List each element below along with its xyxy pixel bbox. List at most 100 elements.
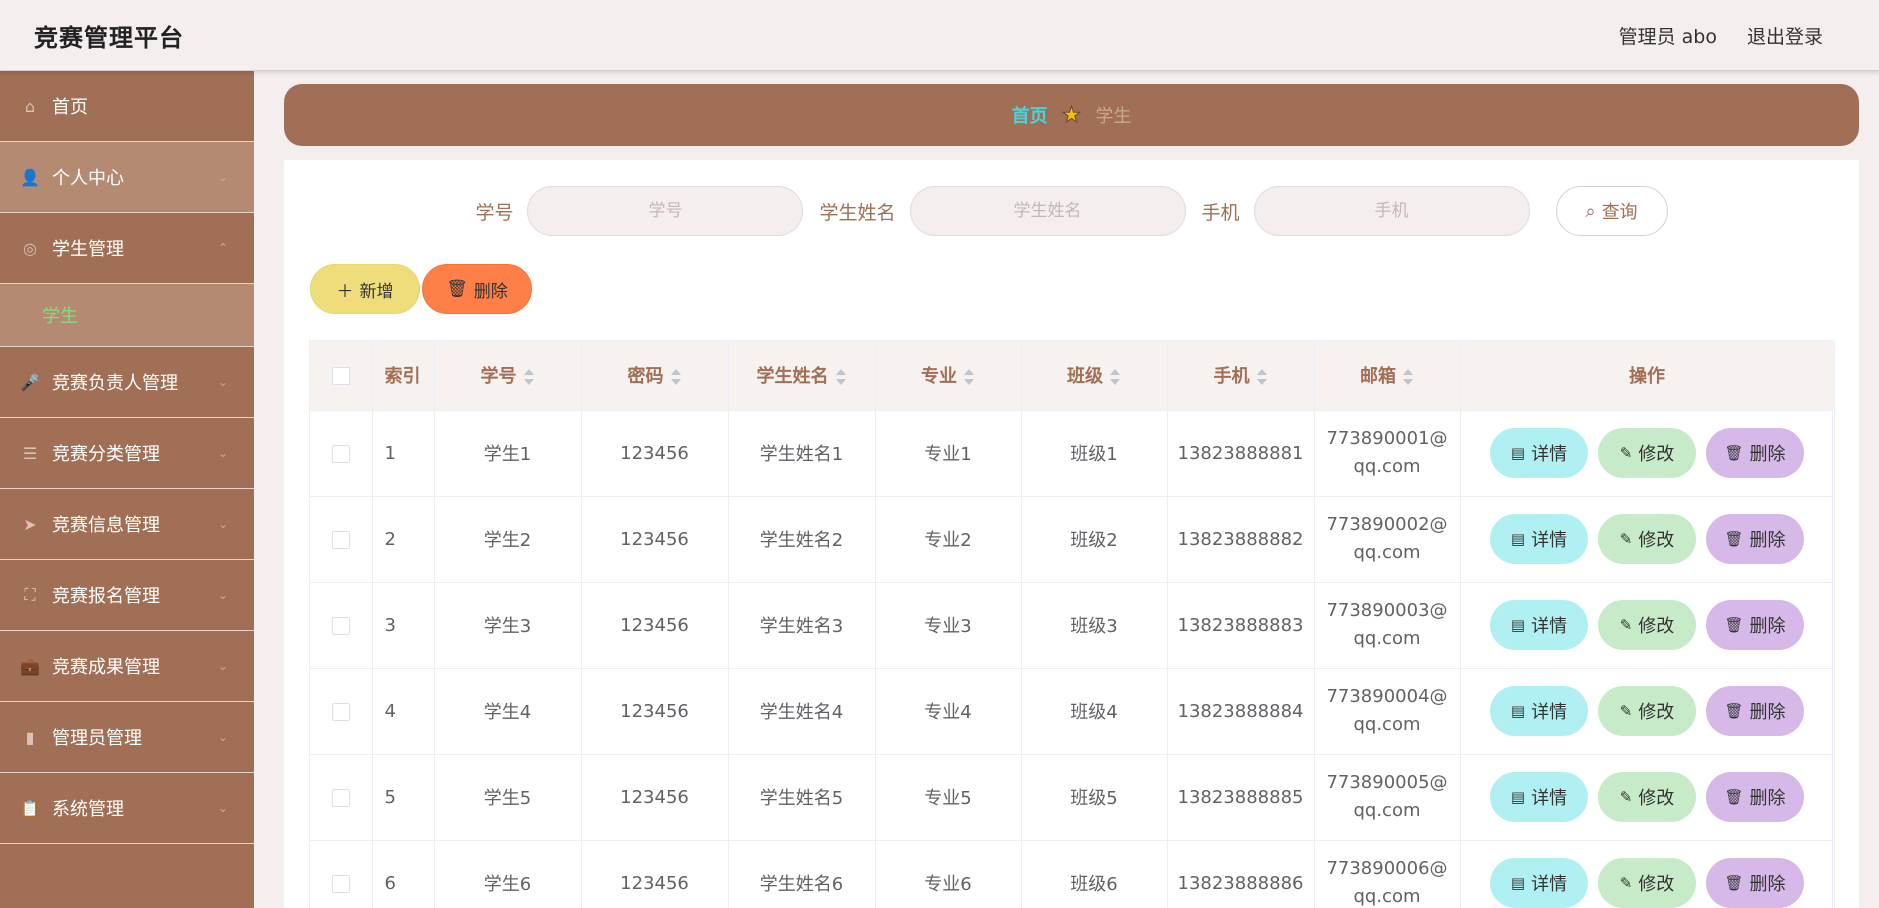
edit-label: 修改 — [1638, 444, 1675, 465]
header-major[interactable]: 专业 — [875, 341, 1022, 411]
sidebar-item-label: 竞赛成果管理 — [52, 657, 160, 678]
chevron-down-icon: ⌄ — [217, 659, 228, 673]
sort-icon[interactable] — [1256, 368, 1268, 386]
user-icon: 👤 — [20, 167, 40, 187]
sliders-icon: ☰ — [22, 443, 38, 463]
trash-icon: 🗑 — [1724, 874, 1744, 892]
delete-button[interactable]: 🗑 删除 — [1706, 428, 1804, 478]
sidebar-item-label: 首页 — [52, 97, 88, 118]
cell-operations: ▤ 详情 ✎ 修改 🗑 删除 — [1460, 496, 1835, 583]
sidebar-item-results-management[interactable]: 💼 竞赛成果管理 ⌄ — [0, 631, 254, 702]
star-icon: ★ — [1061, 102, 1082, 128]
student-name-input[interactable] — [909, 186, 1186, 236]
detail-button[interactable]: ▤ 详情 — [1490, 514, 1588, 564]
select-all-checkbox[interactable] — [331, 366, 350, 385]
cell-operations: ▤ 详情 ✎ 修改 🗑 删除 — [1460, 754, 1835, 841]
cell-student-id: 学生6 — [434, 840, 582, 908]
notebook-icon: ▮ — [25, 727, 35, 747]
cell-major: 专业4 — [875, 668, 1022, 755]
lifebuoy-icon: ◎ — [23, 238, 37, 258]
student-table: 索引 学号 密码 学生姓名 专业 班级 手机 邮箱 操作 1 学生1 12345… — [309, 340, 1835, 908]
delete-button[interactable]: 🗑 删除 — [1706, 600, 1804, 650]
cell-operations: ▤ 详情 ✎ 修改 🗑 删除 — [1460, 410, 1835, 497]
delete-button[interactable]: 🗑 删除 — [1706, 514, 1804, 564]
phone-input[interactable] — [1253, 186, 1530, 236]
row-checkbox[interactable] — [331, 530, 350, 549]
sort-icon[interactable] — [1109, 368, 1121, 386]
cell-email: 773890003@ qq.com — [1314, 582, 1461, 669]
row-checkbox[interactable] — [331, 788, 350, 807]
edit-label: 修改 — [1638, 702, 1675, 723]
email-line: 773890005@ — [1326, 772, 1448, 793]
header-student-id[interactable]: 学号 — [434, 341, 582, 411]
header-label: 专业 — [921, 366, 957, 388]
home-icon: ⌂ — [24, 96, 36, 116]
header-class[interactable]: 班级 — [1021, 341, 1168, 411]
detail-button[interactable]: ▤ 详情 — [1490, 600, 1588, 650]
edit-button[interactable]: ✎ 修改 — [1598, 686, 1696, 736]
action-toolbar: ＋ 新增 🗑 删除 — [310, 264, 532, 314]
detail-button[interactable]: ▤ 详情 — [1490, 858, 1588, 908]
header-email[interactable]: 邮箱 — [1314, 341, 1461, 411]
sidebar-item-admin-management[interactable]: ▮ 管理员管理 ⌄ — [0, 702, 254, 773]
sidebar-item-profile[interactable]: 👤 个人中心 ⌄ — [0, 142, 254, 213]
sort-icon[interactable] — [670, 368, 682, 386]
header-phone[interactable]: 手机 — [1167, 341, 1315, 411]
logout-link[interactable]: 退出登录 — [1747, 22, 1823, 49]
edit-button[interactable]: ✎ 修改 — [1598, 858, 1696, 908]
header-name[interactable]: 学生姓名 — [728, 341, 876, 411]
sidebar-item-system-management[interactable]: 📋 系统管理 ⌄ — [0, 773, 254, 844]
sidebar-item-student-management[interactable]: ◎ 学生管理 ⌃ — [0, 213, 254, 284]
edit-button[interactable]: ✎ 修改 — [1598, 514, 1696, 564]
sidebar-item-category-management[interactable]: ☰ 竞赛分类管理 ⌄ — [0, 418, 254, 489]
search-bar: 学号 学生姓名 手机 ⌕ 查询 — [284, 186, 1859, 236]
breadcrumb-home[interactable]: 首页 — [1012, 102, 1048, 128]
edit-button[interactable]: ✎ 修改 — [1598, 772, 1696, 822]
row-actions: ▤ 详情 ✎ 修改 🗑 删除 — [1461, 514, 1834, 564]
sidebar-item-info-management[interactable]: ➤ 竞赛信息管理 ⌄ — [0, 489, 254, 560]
sidebar-subitem-student[interactable]: 学生 — [0, 284, 254, 347]
email-line: 773890002@ — [1326, 514, 1448, 535]
sort-icon[interactable] — [523, 368, 535, 386]
chevron-down-icon: ⌄ — [217, 730, 228, 744]
chevron-down-icon: ⌄ — [217, 588, 228, 602]
header-password[interactable]: 密码 — [581, 341, 729, 411]
cell-class: 班级1 — [1021, 410, 1168, 497]
row-checkbox[interactable] — [331, 616, 350, 635]
chevron-down-icon: ⌄ — [217, 375, 228, 389]
sort-icon[interactable] — [835, 368, 847, 386]
header-label: 邮箱 — [1360, 366, 1396, 388]
row-checkbox[interactable] — [331, 874, 350, 893]
edit-button[interactable]: ✎ 修改 — [1598, 428, 1696, 478]
sidebar-item-label: 竞赛分类管理 — [52, 444, 160, 465]
bulk-delete-button[interactable]: 🗑 删除 — [422, 264, 532, 314]
delete-button[interactable]: 🗑 删除 — [1706, 772, 1804, 822]
query-button[interactable]: ⌕ 查询 — [1555, 186, 1668, 236]
cell-email: 773890006@ qq.com — [1314, 840, 1461, 908]
row-checkbox[interactable] — [331, 702, 350, 721]
sidebar-item-registration-management[interactable]: ⛶ 竞赛报名管理 ⌄ — [0, 560, 254, 631]
sort-icon[interactable] — [963, 368, 975, 386]
main-content: 首页 ★ 学生 学号 学生姓名 手机 ⌕ 查询 ＋ 新增 🗑 删除 — [284, 84, 1859, 908]
delete-button[interactable]: 🗑 删除 — [1706, 686, 1804, 736]
edit-button[interactable]: ✎ 修改 — [1598, 600, 1696, 650]
sort-icon[interactable] — [1402, 368, 1414, 386]
row-checkbox[interactable] — [331, 444, 350, 463]
detail-button[interactable]: ▤ 详情 — [1490, 772, 1588, 822]
row-checkbox-cell — [310, 754, 373, 841]
delete-button[interactable]: 🗑 删除 — [1706, 858, 1804, 908]
sidebar-item-leader-management[interactable]: 🎤 竞赛负责人管理 ⌄ — [0, 347, 254, 418]
detail-label: 详情 — [1531, 530, 1568, 551]
header-label: 手机 — [1213, 366, 1250, 388]
row-checkbox-cell — [310, 668, 373, 755]
document-icon: ▤ — [1510, 788, 1526, 806]
detail-button[interactable]: ▤ 详情 — [1490, 428, 1588, 478]
detail-button[interactable]: ▤ 详情 — [1490, 686, 1588, 736]
add-button[interactable]: ＋ 新增 — [310, 264, 420, 314]
delete-label: 删除 — [1749, 444, 1786, 465]
student-id-input[interactable] — [527, 186, 804, 236]
chevron-down-icon: ⌄ — [217, 170, 228, 184]
sidebar-item-home[interactable]: ⌂ 首页 — [0, 71, 254, 142]
row-actions: ▤ 详情 ✎ 修改 🗑 删除 — [1461, 600, 1834, 650]
cell-major: 专业5 — [875, 754, 1022, 841]
